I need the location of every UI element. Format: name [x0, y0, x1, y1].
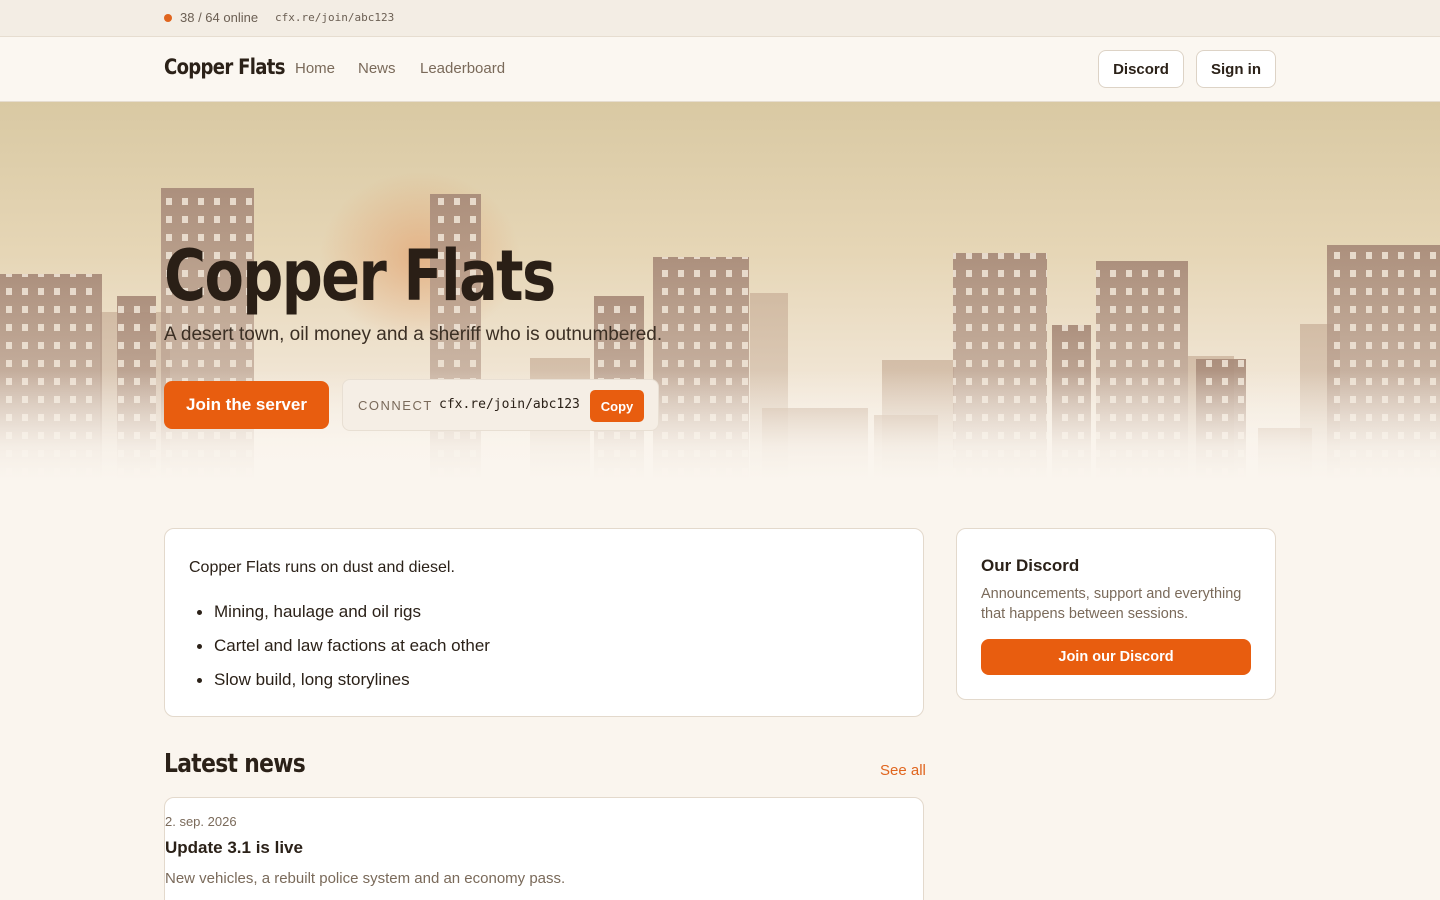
- list-item: Mining, haulage and oil rigs: [189, 602, 490, 636]
- site-header: Copper Flats Home News Leaderboard Disco…: [0, 37, 1440, 102]
- join-discord-button[interactable]: Join our Discord: [981, 639, 1251, 675]
- nav-leaderboard[interactable]: Leaderboard: [420, 60, 505, 77]
- news-date: 2. sep. 2026: [165, 814, 237, 829]
- discord-button[interactable]: Discord: [1098, 50, 1184, 88]
- discord-card-title: Our Discord: [981, 556, 1080, 575]
- online-status-dot: [164, 14, 172, 22]
- news-card[interactable]: 2. sep. 2026 Update 3.1 is live New vehi…: [164, 797, 924, 900]
- list-item: Slow build, long storylines: [189, 670, 490, 704]
- news-excerpt: New vehicles, a rebuilt police system an…: [165, 870, 566, 887]
- see-all-link[interactable]: See all: [880, 762, 926, 779]
- connect-box: CONNECT cfx.re/join/abc123 Copy: [342, 379, 659, 431]
- discord-card-text: Announcements, support and everything th…: [981, 586, 1242, 622]
- feature-list: Mining, haulage and oil rigs Cartel and …: [189, 602, 490, 704]
- hero-title: Copper Flats: [164, 235, 556, 317]
- nav-news[interactable]: News: [358, 60, 396, 77]
- about-card: Copper Flats runs on dust and diesel. Mi…: [164, 528, 924, 717]
- connect-address[interactable]: cfx.re/join/abc123: [439, 397, 580, 412]
- server-address: cfx.re/join/abc123: [275, 11, 395, 24]
- hero-section: Copper Flats A desert town, oil money an…: [0, 102, 1440, 480]
- copy-button[interactable]: Copy: [590, 390, 644, 422]
- news-heading: Latest news: [164, 749, 306, 779]
- sign-in-button[interactable]: Sign in: [1196, 50, 1276, 88]
- connect-label: CONNECT: [358, 398, 433, 413]
- hero-subtitle: A desert town, oil money and a sheriff w…: [164, 324, 663, 345]
- discord-card: Our Discord Announcements, support and e…: [956, 528, 1276, 700]
- join-server-button[interactable]: Join the server: [164, 381, 329, 429]
- news-title[interactable]: Update 3.1 is live: [165, 838, 303, 858]
- status-bar: 38 / 64 online cfx.re/join/abc123: [0, 0, 1440, 37]
- brand-logo[interactable]: Copper Flats: [164, 55, 285, 79]
- list-item: Cartel and law factions at each other: [189, 636, 490, 670]
- about-intro: Copper Flats runs on dust and diesel.: [189, 559, 455, 576]
- online-count: 38 / 64 online: [180, 10, 259, 25]
- nav-home[interactable]: Home: [295, 60, 335, 77]
